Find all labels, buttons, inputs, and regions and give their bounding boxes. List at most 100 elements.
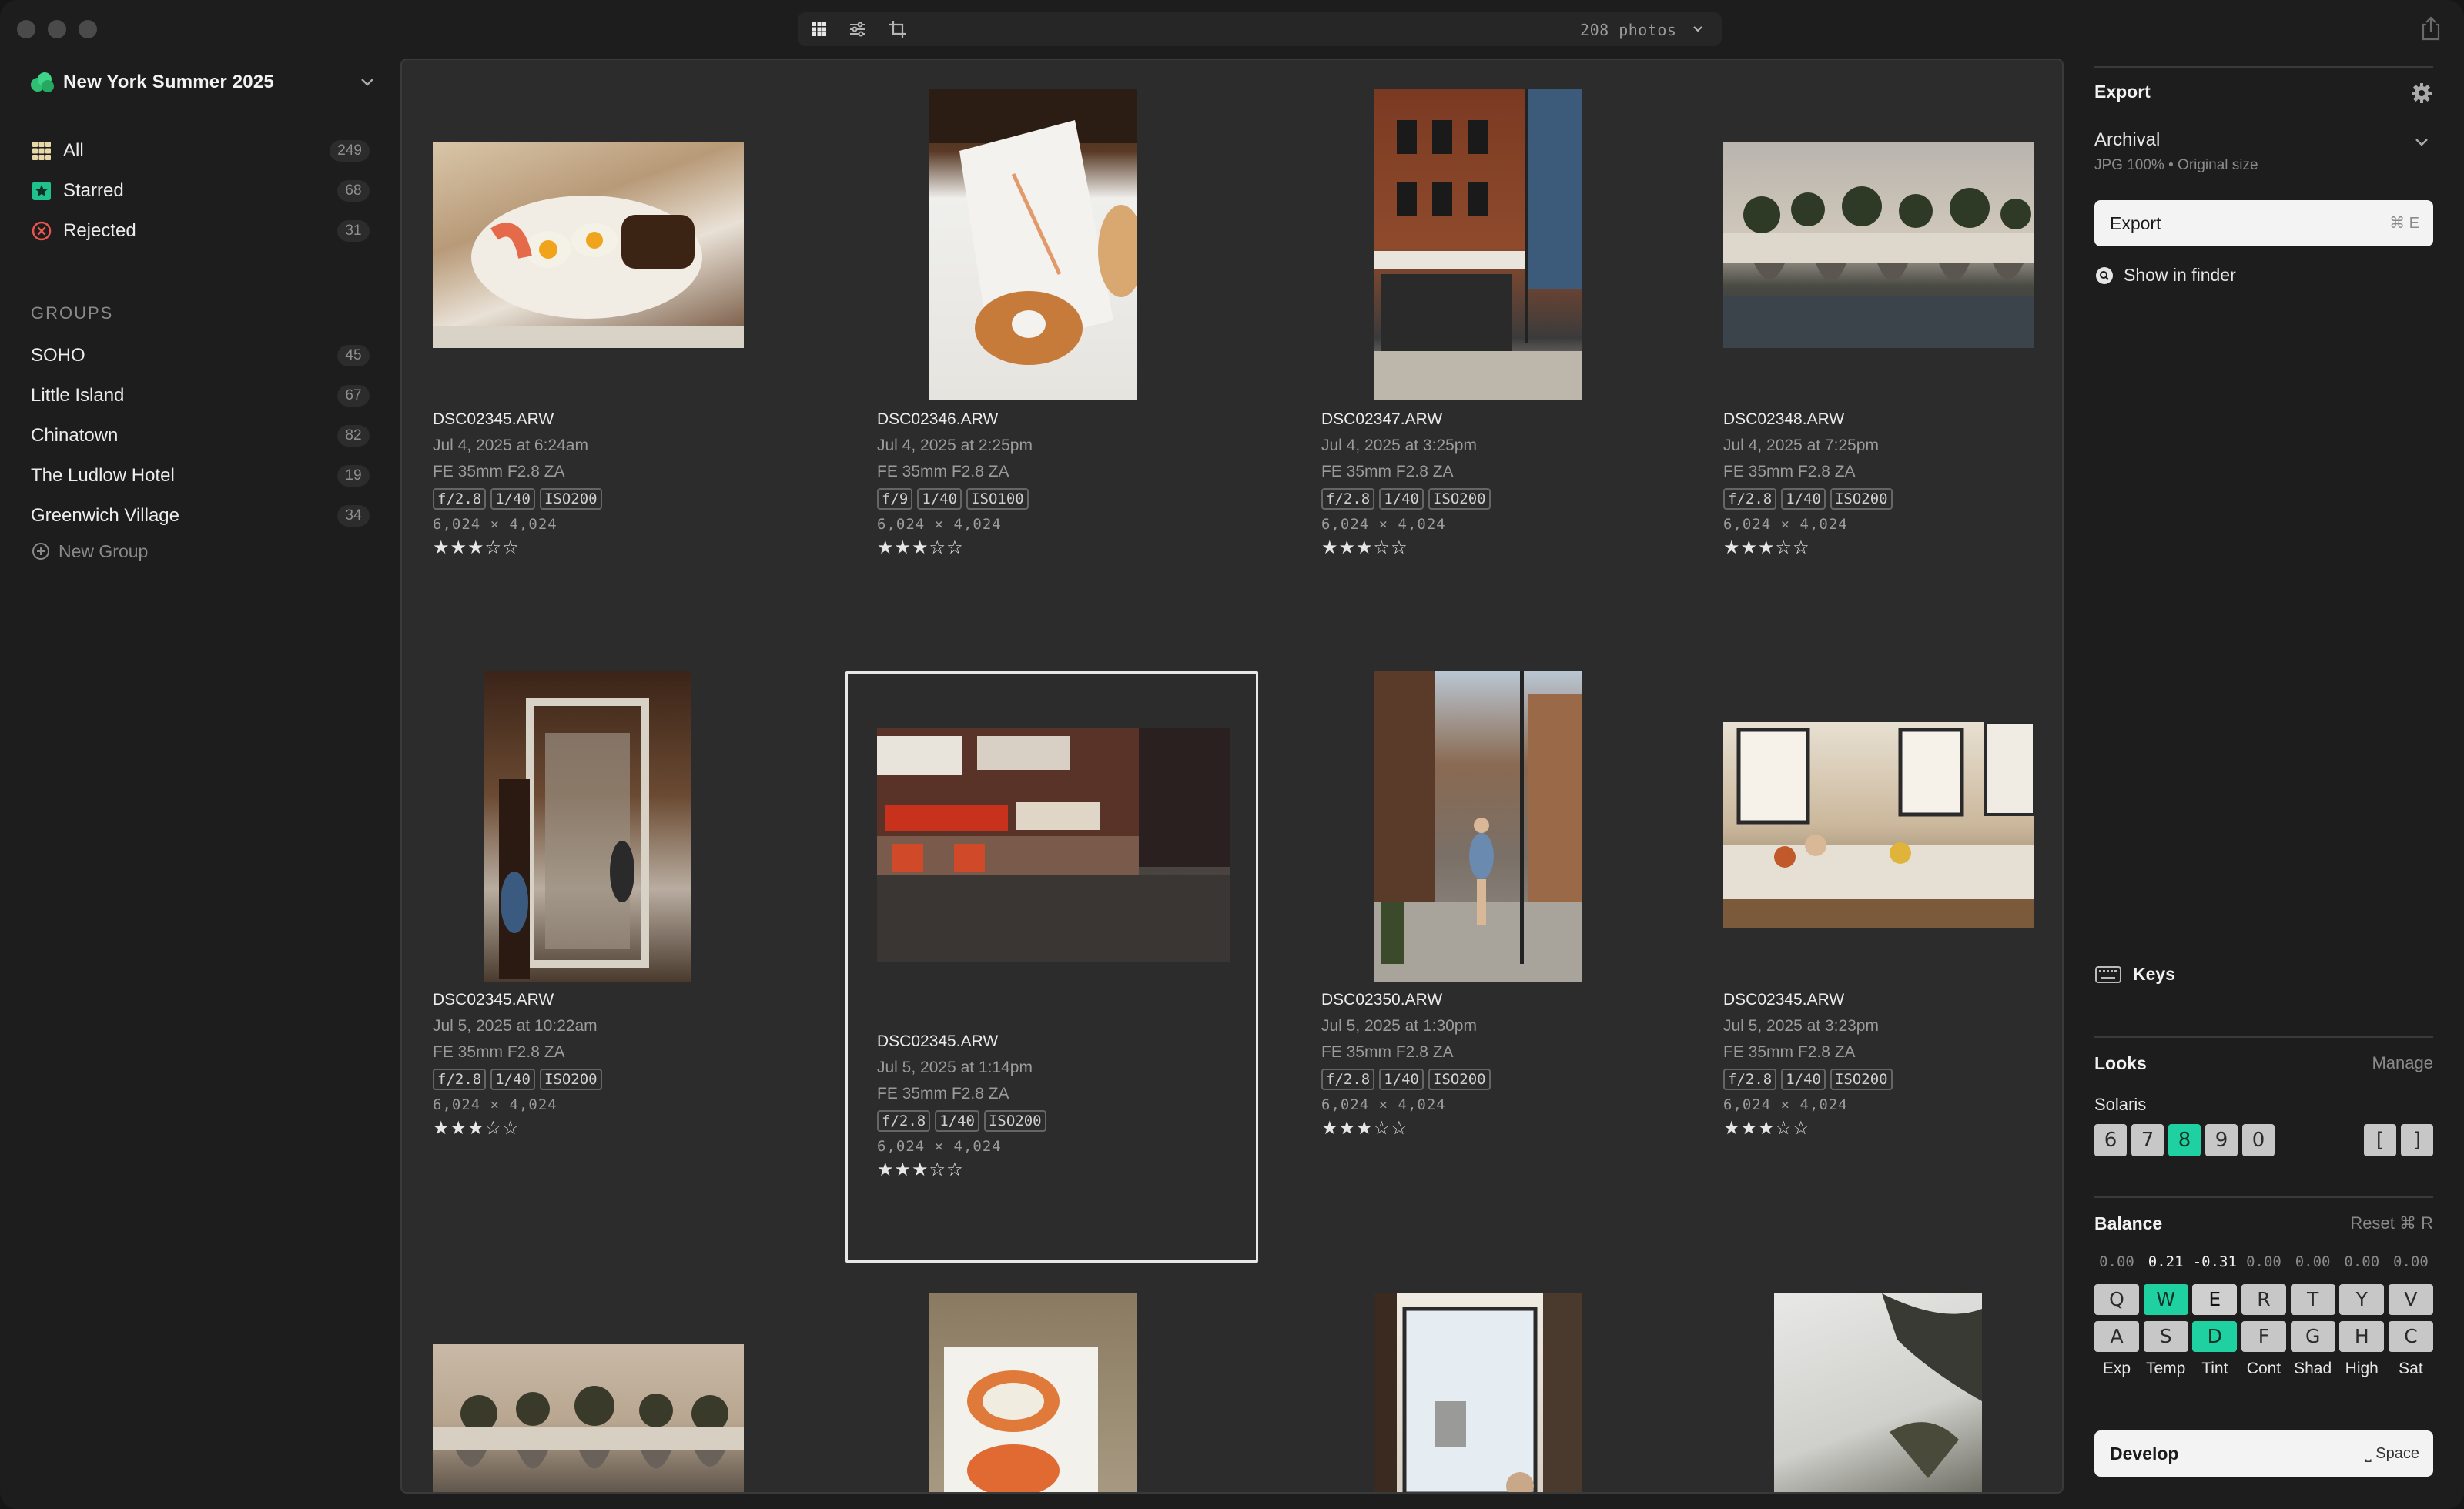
- aperture-tag: f/9: [877, 488, 913, 510]
- sidebar-item-ludlow-hotel[interactable]: The Ludlow Hotel 19: [31, 460, 370, 491]
- star-rating[interactable]: ★★★☆☆: [1321, 1118, 1491, 1139]
- titlebar: 208 photos: [0, 0, 2464, 59]
- exposure-up-key[interactable]: Q: [2094, 1284, 2139, 1315]
- sidebar-item-starred[interactable]: Starred 68: [31, 176, 370, 206]
- grid-view-icon[interactable]: [808, 18, 830, 40]
- exposure-value: 0.00: [2099, 1253, 2134, 1270]
- contrast-down-key[interactable]: F: [2241, 1321, 2286, 1352]
- chevron-down-icon[interactable]: [359, 75, 376, 89]
- crop-icon[interactable]: [887, 18, 909, 40]
- aperture-tag: f/2.8: [433, 1069, 487, 1090]
- search-icon: [2096, 266, 2113, 284]
- new-group-button[interactable]: New Group: [31, 537, 148, 565]
- lens-name: FE 35mm F2.8 ZA: [1723, 463, 1856, 480]
- manage-looks-link[interactable]: Manage: [2372, 1053, 2433, 1073]
- saturation-value: 0.00: [2393, 1253, 2429, 1270]
- group-label: Little Island: [31, 385, 125, 406]
- sidebar-item-soho[interactable]: SOHO 45: [31, 340, 370, 371]
- iso-tag: ISO100: [966, 488, 1029, 510]
- highlights-up-key[interactable]: Y: [2339, 1284, 2385, 1315]
- exposure-down-key[interactable]: A: [2094, 1321, 2139, 1352]
- exif-tags: f/2.8 1/40 ISO200: [433, 1069, 602, 1092]
- gear-icon[interactable]: [2410, 82, 2433, 105]
- photo-thumbnail[interactable]: [433, 142, 744, 348]
- count-badge: 34: [337, 505, 370, 527]
- star-rating[interactable]: ★★★☆☆: [1723, 1118, 1893, 1139]
- photo-thumbnail[interactable]: [433, 1344, 744, 1492]
- photo-thumbnail[interactable]: [1374, 671, 1582, 982]
- temp-label: Temp: [2145, 1360, 2186, 1377]
- star-rating[interactable]: ★★★☆☆: [1321, 537, 1491, 559]
- keys-toggle[interactable]: Keys: [2094, 964, 2175, 985]
- file-name: DSC02345.ARW: [433, 410, 554, 428]
- sidebar-item-chinatown[interactable]: Chinatown 82: [31, 420, 370, 451]
- sidebar-item-greenwich-village[interactable]: Greenwich Village 34: [31, 500, 370, 531]
- star-rating[interactable]: ★★★☆☆: [877, 537, 1033, 559]
- show-in-finder-link[interactable]: Show in finder: [2094, 265, 2236, 286]
- chevron-down-icon: [2415, 139, 2428, 146]
- photo-thumbnail[interactable]: [1374, 89, 1582, 400]
- photo-thumbnail[interactable]: [1723, 722, 2034, 928]
- shadows-down-key[interactable]: G: [2290, 1321, 2335, 1352]
- photo-thumbnail[interactable]: [484, 671, 691, 982]
- project-switcher[interactable]: New York Summer 2025: [29, 65, 376, 100]
- share-icon[interactable]: [2419, 15, 2442, 42]
- look-key-7[interactable]: 7: [2131, 1124, 2164, 1156]
- star-rating[interactable]: ★★★☆☆: [433, 537, 602, 559]
- look-key-0[interactable]: 0: [2242, 1124, 2275, 1156]
- shadows-up-key[interactable]: T: [2290, 1284, 2335, 1315]
- temp-up-key[interactable]: W: [2143, 1284, 2188, 1315]
- star-rating[interactable]: ★★★☆☆: [1723, 537, 1893, 559]
- export-button[interactable]: Export ⌘ E: [2094, 200, 2433, 246]
- saturation-down-key[interactable]: C: [2388, 1321, 2433, 1352]
- sidebar-item-little-island[interactable]: Little Island 67: [31, 380, 370, 411]
- photo-count-dropdown[interactable]: 208 photos: [1580, 21, 1703, 39]
- photo-thumbnail[interactable]: [1774, 1293, 1982, 1492]
- lens-name: FE 35mm F2.8 ZA: [1321, 1043, 1454, 1061]
- photo-thumbnail[interactable]: [1723, 142, 2034, 348]
- saturation-up-key[interactable]: V: [2388, 1284, 2433, 1315]
- look-key-9[interactable]: 9: [2205, 1124, 2238, 1156]
- exif-tags: f/9 1/40 ISO100: [877, 488, 1033, 511]
- zoom-window-button[interactable]: [79, 20, 97, 38]
- tint-up-key[interactable]: E: [2192, 1284, 2238, 1315]
- capture-date: Jul 5, 2025 at 3:23pm: [1723, 1017, 1879, 1035]
- lens-name: FE 35mm F2.8 ZA: [433, 1043, 565, 1061]
- photo-thumbnail[interactable]: [1374, 1293, 1582, 1492]
- contrast-label: Cont: [2246, 1360, 2282, 1377]
- look-nav-keys: [ ]: [2364, 1124, 2433, 1156]
- dimensions: 6,024 × 4,024: [433, 1096, 557, 1113]
- reset-balance-button[interactable]: Reset ⌘ R: [2350, 1213, 2433, 1233]
- look-key-6[interactable]: 6: [2094, 1124, 2127, 1156]
- export-preset-select[interactable]: Archival JPG 100% • Original size: [2094, 129, 2433, 174]
- develop-label: Develop: [2110, 1444, 2179, 1464]
- star-rating[interactable]: ★★★☆☆: [877, 1159, 1046, 1181]
- photo-meta: DSC02347.ARW Jul 4, 2025 at 3:25pm FE 35…: [1321, 407, 1491, 559]
- photo-thumbnail[interactable]: [877, 728, 1230, 962]
- next-look-key[interactable]: ]: [2401, 1124, 2433, 1156]
- lens-name: FE 35mm F2.8 ZA: [433, 463, 565, 480]
- photo-thumbnail[interactable]: [929, 89, 1137, 400]
- lens-name: FE 35mm F2.8 ZA: [877, 1085, 1009, 1102]
- preset-detail: JPG 100% • Original size: [2094, 157, 2258, 173]
- sidebar-item-rejected[interactable]: Rejected 31: [31, 216, 370, 246]
- photo-thumbnail[interactable]: [929, 1293, 1137, 1492]
- sidebar-item-all[interactable]: All 249: [31, 136, 370, 166]
- develop-button[interactable]: Develop ⎵ Space: [2094, 1430, 2433, 1477]
- close-window-button[interactable]: [17, 20, 35, 38]
- exif-tags: f/2.8 1/40 ISO200: [1321, 488, 1491, 511]
- group-label: Greenwich Village: [31, 505, 179, 526]
- aperture-tag: f/2.8: [1321, 1069, 1375, 1090]
- highlights-down-key[interactable]: H: [2339, 1321, 2385, 1352]
- temp-down-key[interactable]: S: [2143, 1321, 2188, 1352]
- shutter-tag: 1/40: [1379, 1069, 1424, 1090]
- minimize-window-button[interactable]: [48, 20, 66, 38]
- adjustments-icon[interactable]: [847, 18, 869, 40]
- contrast-up-key[interactable]: R: [2241, 1284, 2286, 1315]
- previous-look-key[interactable]: [: [2364, 1124, 2396, 1156]
- lens-name: FE 35mm F2.8 ZA: [877, 463, 1009, 480]
- look-key-8[interactable]: 8: [2168, 1124, 2201, 1156]
- tint-down-key[interactable]: D: [2192, 1321, 2238, 1352]
- star-rating[interactable]: ★★★☆☆: [433, 1118, 602, 1139]
- dimensions: 6,024 × 4,024: [877, 516, 1002, 533]
